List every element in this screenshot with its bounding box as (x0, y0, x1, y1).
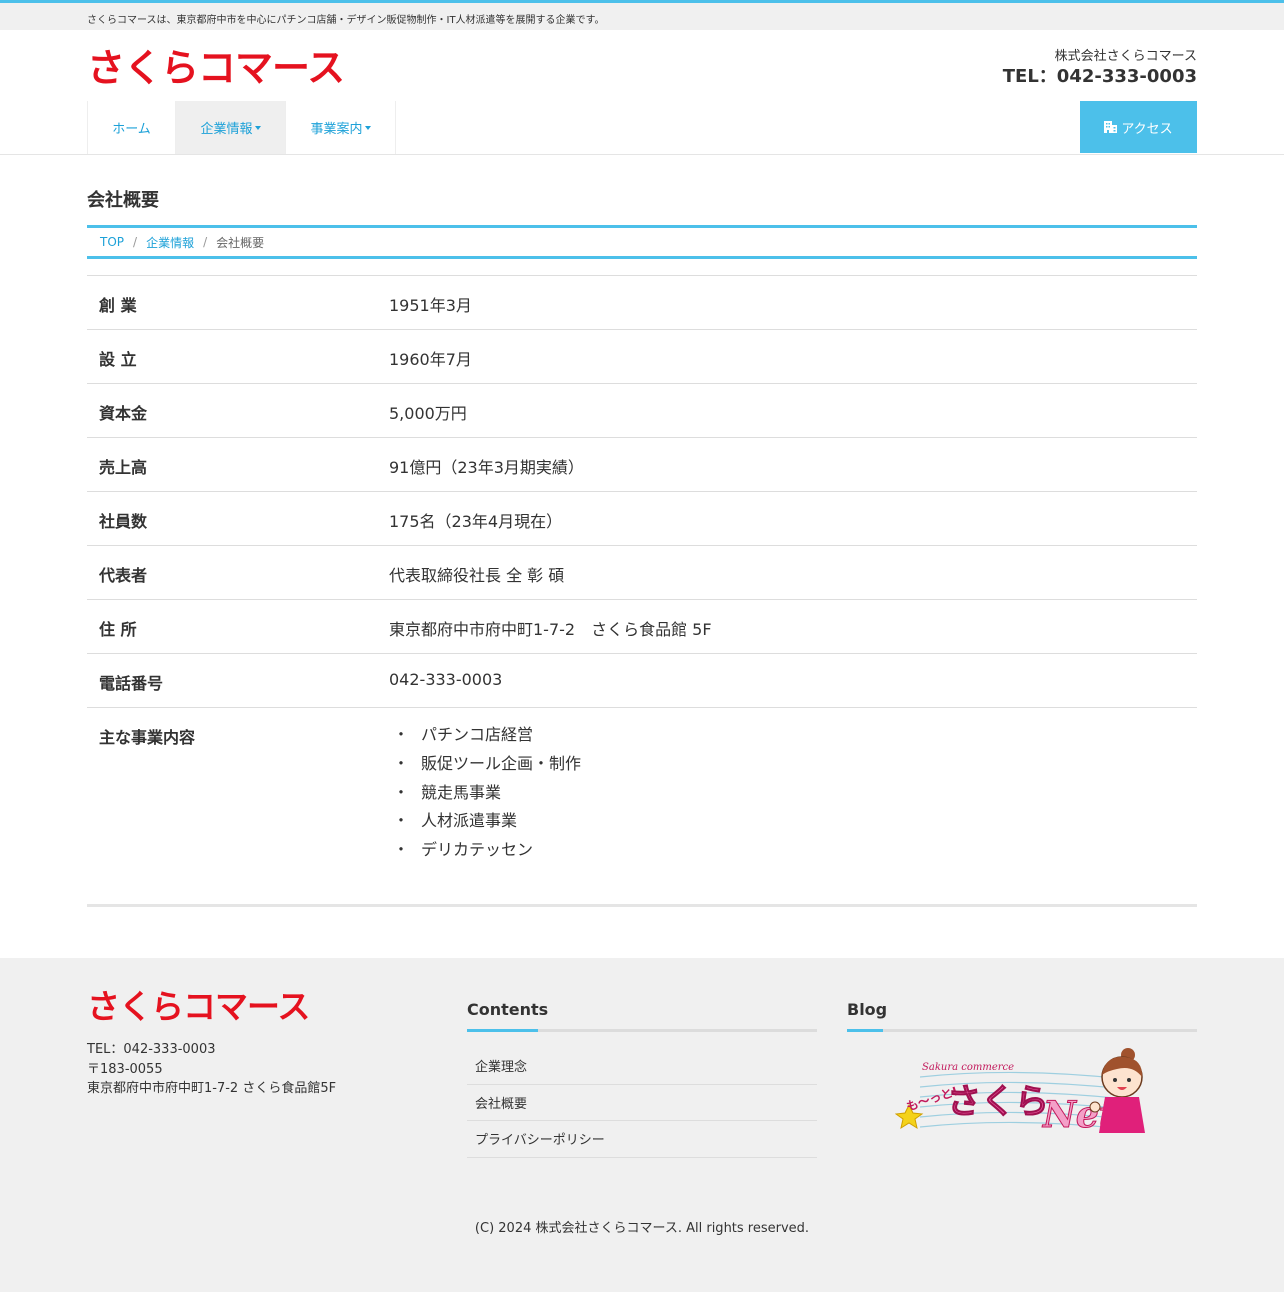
footer-link-privacy-policy[interactable]: プライバシーポリシー (467, 1121, 817, 1158)
caret-down-icon (254, 125, 261, 130)
page-title: 会社概要 (87, 190, 159, 211)
row-label: 住 所 (99, 620, 137, 639)
blog-banner[interactable]: Sakura commerce も〜っと! さくら Net (894, 1047, 1148, 1137)
contents-heading-rule (467, 1029, 817, 1032)
nav-business-label: 事業案内 (310, 122, 363, 137)
bullet: ・ (393, 753, 410, 773)
row-value: 1960年7月 (389, 350, 472, 369)
site-footer: さくらコマース TEL：042-333-0003 〒183-0055 東京都府中… (0, 958, 1284, 1292)
footer-contents-heading: Contents (467, 1000, 549, 1019)
access-label: アクセス (1121, 121, 1173, 137)
row-value: 5,000万円 (389, 404, 467, 423)
breadcrumb-separator: / (203, 235, 208, 249)
bullet: ・ (393, 840, 410, 860)
footer-link-label: プライバシーポリシー (475, 1133, 605, 1148)
info-row-representative: 代表者 代表取締役社長 全 彰 碩 (87, 545, 1197, 599)
header-tel: TEL：042-333-0003 (1002, 66, 1197, 87)
business-list: ・パチンコ店経営 ・販促ツール企画・制作 ・競走馬事業 ・人材派遣事業 ・デリカ… (389, 724, 1197, 868)
row-value: 042-333-0003 (389, 670, 503, 689)
copyright: (C) 2024 株式会社さくらコマース. All rights reserve… (474, 1221, 810, 1236)
business-item: 販促ツール企画・制作 (421, 753, 582, 773)
list-item: ・販促ツール企画・制作 (389, 753, 1197, 782)
nav-corporate-info[interactable]: 企業情報 (176, 101, 286, 154)
nav-business[interactable]: 事業案内 (286, 101, 396, 154)
row-value: 175名（23年4月現在） (389, 512, 563, 531)
business-item: 競走馬事業 (421, 782, 502, 802)
global-nav: ホーム 企業情報 事業案内 (87, 101, 396, 154)
footer-tel: TEL：042-333-0003 (87, 1042, 216, 1057)
footer-address: 東京都府中市府中町1-7-2 さくら食品館5F (87, 1081, 337, 1096)
info-row-sales: 売上高 91億円（23年3月期実績） (87, 437, 1197, 491)
row-value: 1951年3月 (389, 296, 472, 315)
info-row-employees: 社員数 175名（23年4月現在） (87, 491, 1197, 545)
footer-link-philosophy[interactable]: 企業理念 (467, 1048, 817, 1085)
footer-contents-list: 企業理念 会社概要 プライバシーポリシー (467, 1048, 817, 1158)
business-item: デリカテッセン (421, 840, 534, 860)
breadcrumb: TOP / 企業情報 / 会社概要 (87, 225, 1197, 259)
info-row-phone: 電話番号 042-333-0003 (87, 653, 1197, 707)
footer-zip: 〒183-0055 (87, 1061, 163, 1077)
footer-link-label: 企業理念 (475, 1060, 528, 1075)
banner-brand: Sakura commerce (922, 1062, 1014, 1073)
row-label: 主な事業内容 (99, 728, 196, 747)
bullet: ・ (393, 725, 410, 744)
bullet: ・ (393, 782, 410, 802)
access-button[interactable]: アクセス (1080, 101, 1197, 153)
row-label: 設 立 (99, 350, 137, 369)
breadcrumb-separator: / (133, 235, 138, 249)
building-icon (1104, 121, 1118, 133)
footer-address-block: TEL：042-333-0003 〒183-0055 東京都府中市府中町1-7-… (87, 1040, 336, 1099)
banner-title: さくら (947, 1082, 1049, 1122)
bullet: ・ (393, 811, 410, 831)
top-bar: さくらコマースは、東京都府中市を中心にパチンコ店舗・デザイン販促物制作・IT人材… (0, 3, 1284, 30)
site-tagline: さくらコマースは、東京都府中市を中心にパチンコ店舗・デザイン販促物制作・IT人材… (87, 15, 605, 26)
list-item: ・人材派遣事業 (389, 810, 1197, 839)
info-row-capital: 資本金 5,000万円 (87, 383, 1197, 437)
row-value: ・パチンコ店経営 ・販促ツール企画・制作 ・競走馬事業 ・人材派遣事業 ・デリカ… (377, 708, 1197, 904)
row-value: 代表取締役社長 全 彰 碩 (389, 566, 565, 585)
footer-link-label: 会社概要 (475, 1096, 528, 1112)
blog-heading-rule (847, 1029, 1197, 1032)
info-row-business: 主な事業内容 ・パチンコ店経営 ・販促ツール企画・制作 ・競走馬事業 ・人材派遣… (87, 707, 1197, 907)
row-label: 資本金 (99, 404, 148, 423)
row-label: 代表者 (99, 566, 148, 585)
row-label: 創 業 (99, 296, 137, 315)
header-divider (0, 154, 1284, 155)
row-value: 91億円（23年3月期実績） (389, 458, 584, 477)
nav-corporate-info-label: 企業情報 (200, 122, 253, 137)
nav-home[interactable]: ホーム (88, 101, 176, 154)
company-info-table: 創 業 1951年3月 設 立 1960年7月 資本金 5,000万円 売上高 … (87, 275, 1197, 907)
site-logo[interactable]: さくらコマース (87, 48, 345, 88)
business-item: パチンコ店経営 (421, 725, 534, 744)
info-row-address: 住 所 東京都府中市府中町1-7-2 さくら食品館 5F (87, 599, 1197, 653)
list-item: ・パチンコ店経営 (389, 724, 1197, 753)
nav-home-label: ホーム (112, 122, 151, 137)
row-label: 売上高 (99, 458, 148, 477)
row-label: 社員数 (99, 512, 148, 531)
info-row-founded: 創 業 1951年3月 (87, 275, 1197, 329)
breadcrumb-current: 会社概要 (216, 235, 265, 250)
breadcrumb-corporate-info[interactable]: 企業情報 (146, 234, 194, 251)
caret-down-icon (364, 125, 371, 130)
row-value: 東京都府中市府中町1-7-2 さくら食品館 5F (389, 620, 712, 639)
business-item: 人材派遣事業 (421, 811, 518, 831)
list-item: ・競走馬事業 (389, 782, 1197, 811)
footer-blog-heading: Blog (847, 1000, 888, 1019)
row-label: 電話番号 (99, 674, 164, 693)
footer-logo[interactable]: さくらコマース (87, 989, 310, 1025)
breadcrumb-top[interactable]: TOP (100, 235, 124, 249)
info-row-established: 設 立 1960年7月 (87, 329, 1197, 383)
footer-link-company-profile[interactable]: 会社概要 (467, 1085, 817, 1121)
list-item: ・デリカテッセン (389, 839, 1197, 868)
